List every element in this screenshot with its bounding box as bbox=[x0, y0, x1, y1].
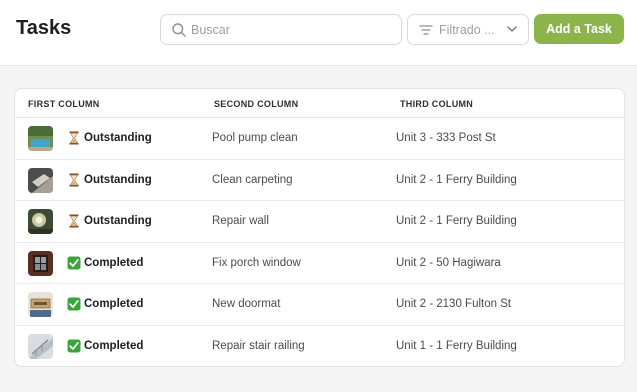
task-name: Repair stair railing bbox=[212, 339, 305, 352]
filter-label: Filtrado ... bbox=[439, 23, 495, 37]
task-name: Repair wall bbox=[212, 215, 269, 227]
task-name: Pool pump clean bbox=[212, 132, 298, 144]
table-row[interactable]: Completed Repair stair railing Unit 1 - … bbox=[15, 326, 624, 367]
task-location: Unit 2 - 1 Ferry Building bbox=[396, 215, 517, 227]
task-name: New doormat bbox=[212, 298, 281, 310]
table-row[interactable]: Completed Fix porch window Unit 2 - 50 H… bbox=[15, 243, 624, 284]
add-task-button[interactable]: Add a Task bbox=[534, 14, 624, 44]
filter-dropdown[interactable]: Filtrado ... bbox=[407, 14, 529, 45]
status-label: Completed bbox=[84, 339, 144, 352]
checkmark-icon bbox=[67, 339, 81, 352]
page-title: Tasks bbox=[16, 17, 72, 39]
table-row[interactable]: Completed New doormat Unit 2 - 2130 Fult… bbox=[15, 284, 624, 326]
hourglass-icon bbox=[69, 131, 79, 145]
task-name: Fix porch window bbox=[212, 256, 301, 269]
column-header-second[interactable]: SECOND COLUMN bbox=[214, 99, 298, 109]
table-row[interactable]: Outstanding Repair wall Unit 2 - 1 Ferry… bbox=[15, 201, 624, 243]
search-icon bbox=[172, 23, 186, 37]
task-location: Unit 3 - 333 Post St bbox=[396, 132, 496, 144]
page-header: Tasks Buscar Filtrado ... Add a Task bbox=[0, 0, 637, 66]
status-label: Outstanding bbox=[84, 215, 152, 227]
status-label: Completed bbox=[84, 256, 144, 269]
task-name: Clean carpeting bbox=[212, 173, 293, 186]
chevron-down-icon bbox=[507, 26, 517, 32]
table-row[interactable]: Outstanding Pool pump clean Unit 3 - 333… bbox=[15, 118, 624, 160]
pool-photo-thumbnail bbox=[28, 126, 53, 151]
column-header-first[interactable]: FIRST COLUMN bbox=[28, 99, 100, 109]
carpet-photo-thumbnail bbox=[28, 167, 53, 193]
filter-icon bbox=[419, 25, 433, 35]
column-header-third[interactable]: THIRD COLUMN bbox=[400, 99, 473, 109]
table-header: FIRST COLUMN SECOND COLUMN THIRD COLUMN bbox=[15, 89, 624, 118]
status-label: Outstanding bbox=[84, 173, 152, 186]
checkmark-icon bbox=[67, 297, 81, 311]
railing-photo-thumbnail bbox=[28, 333, 53, 359]
table-row[interactable]: Outstanding Clean carpeting Unit 2 - 1 F… bbox=[15, 160, 624, 201]
task-location: Unit 2 - 1 Ferry Building bbox=[396, 173, 517, 186]
checkmark-icon bbox=[67, 256, 81, 269]
status-label: Outstanding bbox=[84, 132, 152, 144]
task-location: Unit 1 - 1 Ferry Building bbox=[396, 339, 517, 352]
hourglass-icon bbox=[69, 173, 79, 186]
window-photo-thumbnail bbox=[28, 250, 53, 276]
search-input[interactable]: Buscar bbox=[160, 14, 402, 45]
hourglass-icon bbox=[69, 214, 79, 228]
tasks-table: FIRST COLUMN SECOND COLUMN THIRD COLUMN … bbox=[14, 88, 625, 367]
wall-photo-thumbnail bbox=[28, 209, 53, 234]
task-location: Unit 2 - 50 Hagiwara bbox=[396, 256, 501, 269]
task-location: Unit 2 - 2130 Fulton St bbox=[396, 298, 512, 310]
search-placeholder: Buscar bbox=[191, 23, 230, 37]
doormat-photo-thumbnail bbox=[28, 292, 53, 317]
status-label: Completed bbox=[84, 298, 144, 310]
